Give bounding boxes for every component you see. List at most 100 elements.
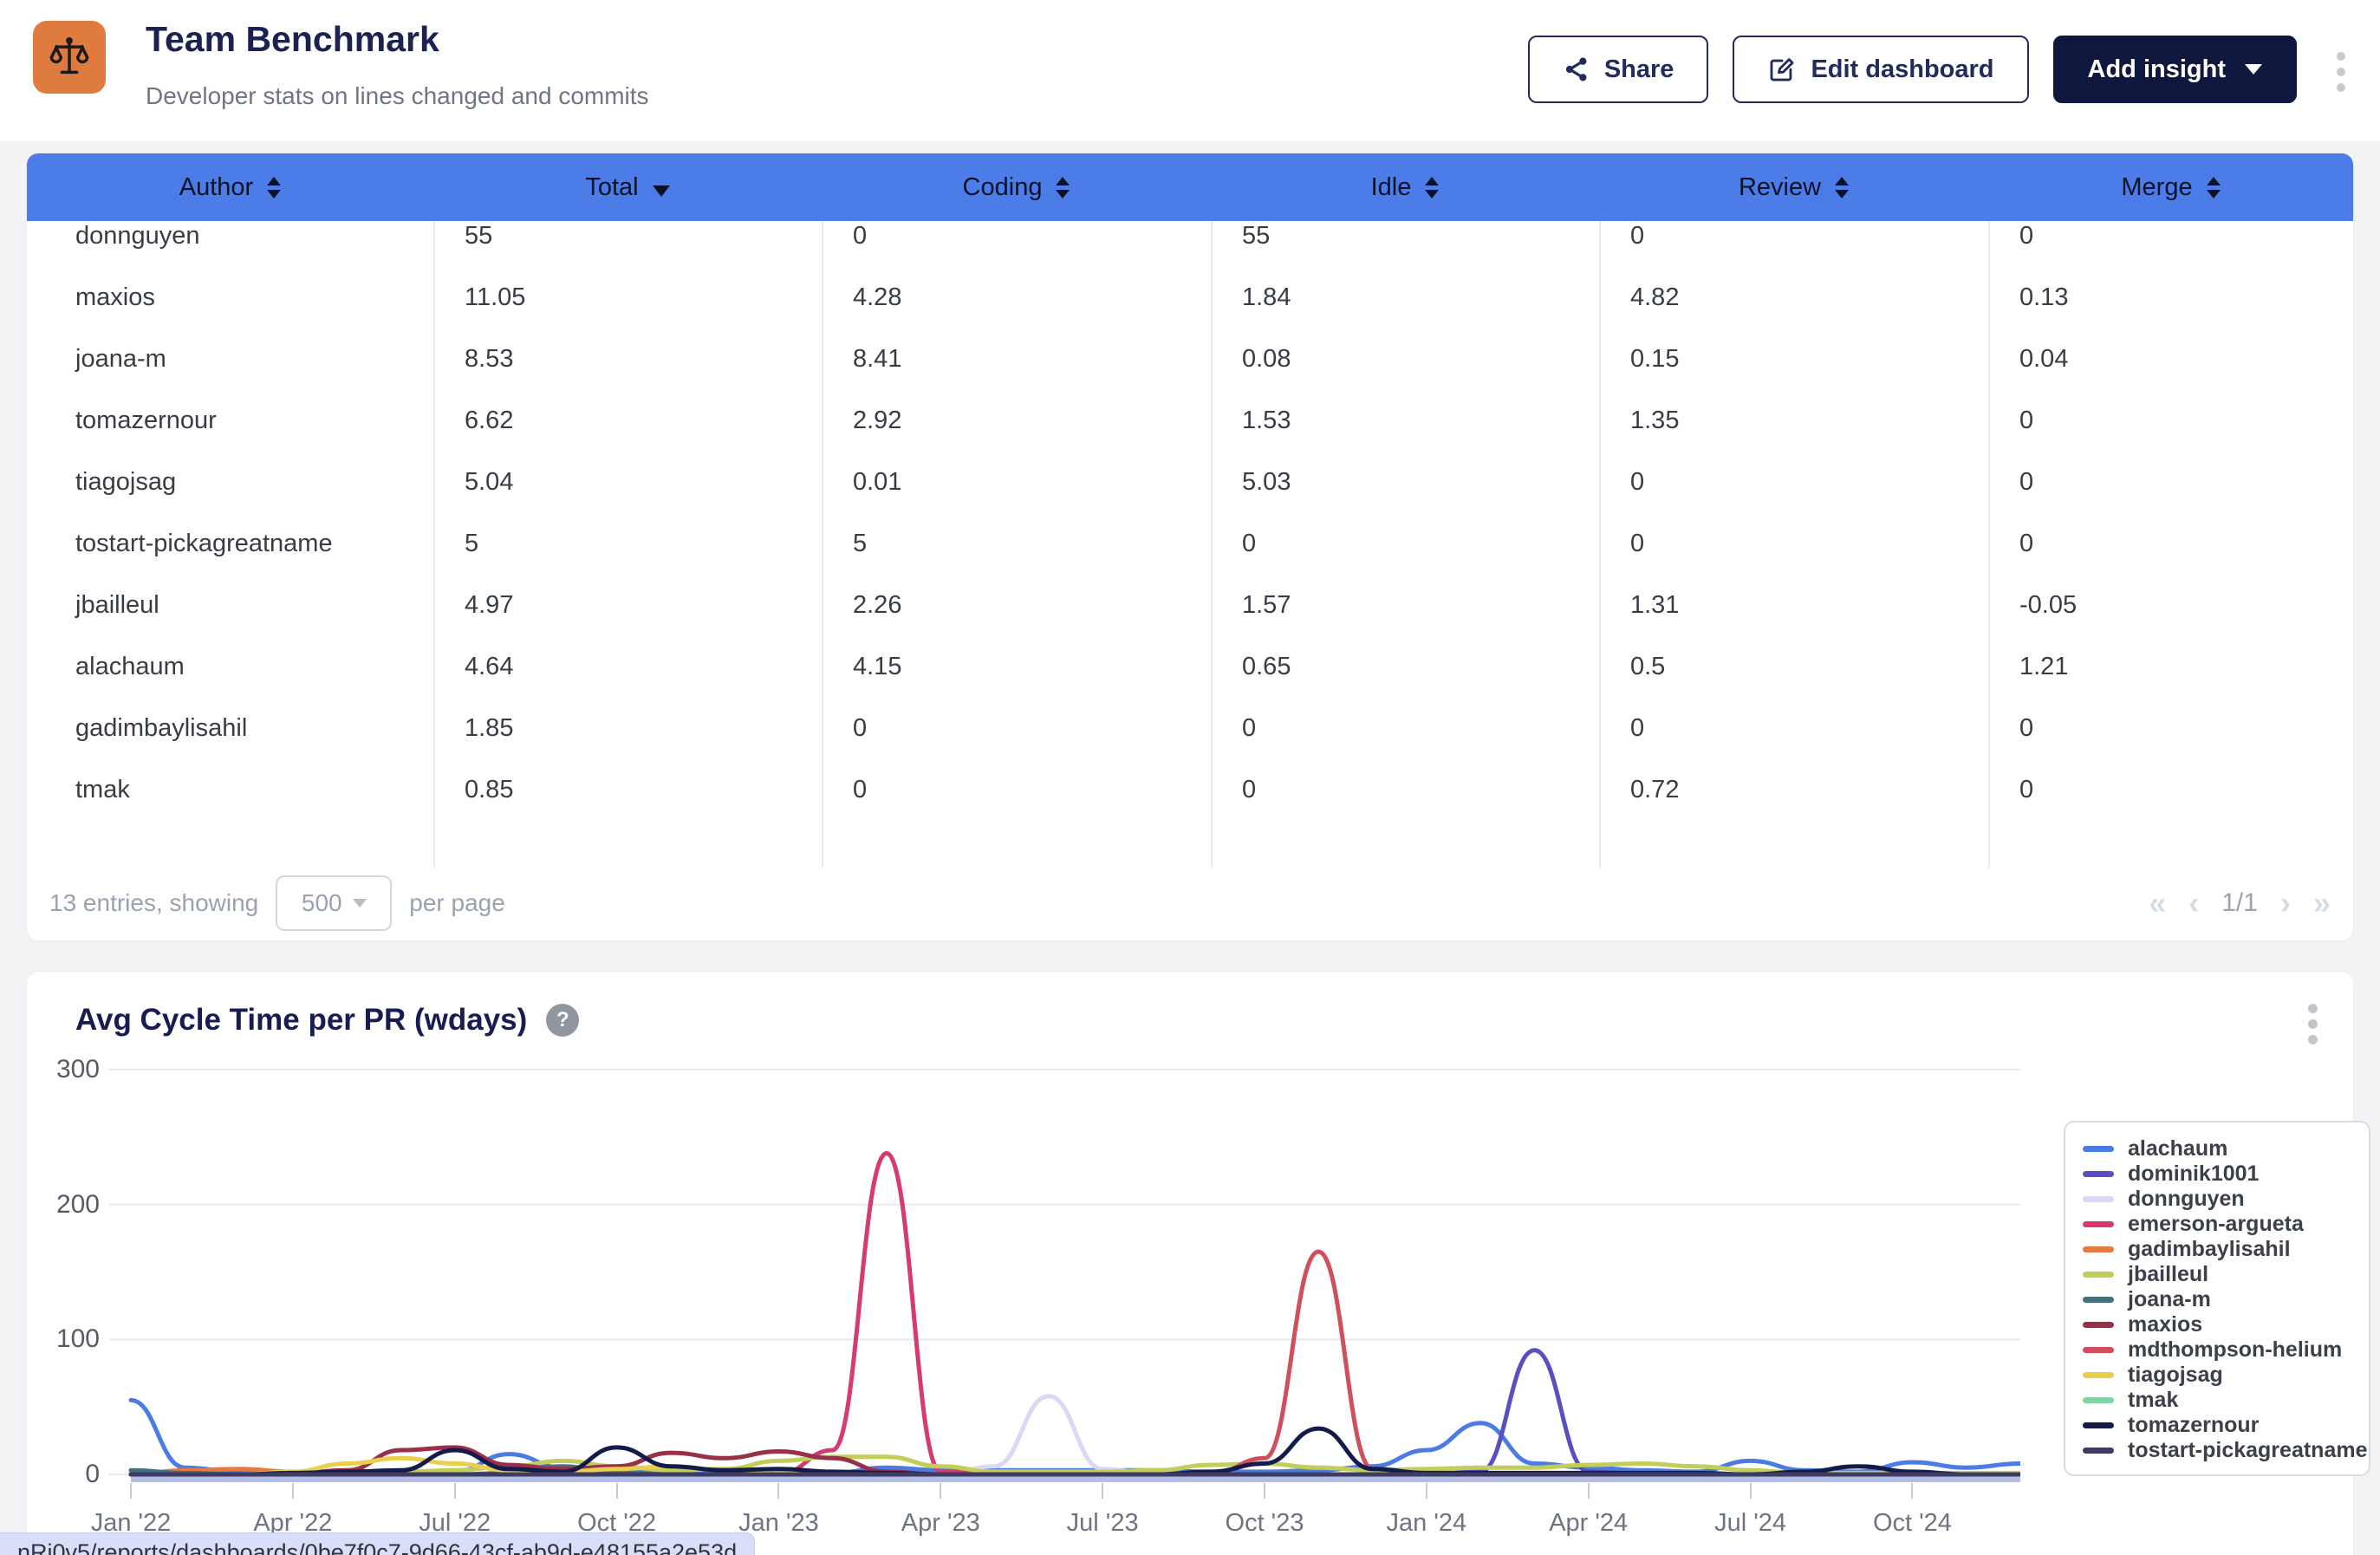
share-button-label: Share	[1604, 55, 1674, 84]
idle-cell: 55	[1211, 221, 1599, 267]
page-subtitle: Developer stats on lines changed and com…	[146, 82, 649, 110]
legend-item[interactable]: jbailleul	[2083, 1262, 2369, 1287]
edit-dashboard-button[interactable]: Edit dashboard	[1733, 36, 2028, 103]
legend-item[interactable]: joana-m	[2083, 1287, 2369, 1312]
line-chart-plot	[105, 1050, 2020, 1493]
column-header-author[interactable]: Author	[27, 153, 433, 221]
table-body: donnguyen5505500maxios11.054.281.844.820…	[27, 221, 2353, 868]
table-rows: donnguyen5505500maxios11.054.281.844.820…	[27, 221, 2353, 868]
idle-cell: 0	[1211, 513, 1599, 575]
column-header-review[interactable]: Review	[1599, 153, 1988, 221]
last-page-button[interactable]: »	[2313, 885, 2331, 921]
total-cell: 0.85	[433, 759, 822, 821]
legend-item[interactable]: tomazernour	[2083, 1413, 2369, 1438]
coding-cell: 0.01	[822, 452, 1211, 513]
author-cell: tomazernour	[27, 390, 433, 452]
legend-item[interactable]: alachaum	[2083, 1136, 2369, 1161]
chart-kebab-icon[interactable]	[2301, 998, 2324, 1050]
x-tick	[1750, 1483, 1752, 1499]
table-row: tostart-pickagreatname55000	[27, 513, 2353, 575]
review-cell: 0	[1599, 698, 1988, 759]
legend-label: mdthompson-helium	[2128, 1337, 2342, 1363]
x-tick	[1102, 1483, 1103, 1499]
idle-cell: 1.84	[1211, 267, 1599, 329]
column-header-merge[interactable]: Merge	[1988, 153, 2353, 221]
merge-cell: 0	[1988, 698, 2353, 759]
merge-cell: 0	[1988, 513, 2353, 575]
legend-label: tomazernour	[2128, 1413, 2259, 1438]
author-cell: tiagojsag	[27, 452, 433, 513]
sort-both-icon	[1425, 177, 1439, 198]
legend-label: maxios	[2128, 1312, 2202, 1337]
next-page-button[interactable]: ›	[2280, 885, 2291, 921]
cycle-time-chart-card: Avg Cycle Time per PR (wdays) ? 01002003…	[26, 971, 2354, 1555]
legend-swatch	[2083, 1448, 2114, 1454]
y-tick-label: 200	[39, 1190, 100, 1220]
share-button[interactable]: Share	[1528, 36, 1709, 103]
column-label: Review	[1739, 173, 1821, 202]
column-header-total[interactable]: Total	[433, 153, 822, 221]
column-label: Merge	[2121, 173, 2192, 202]
sort-both-icon	[2207, 177, 2221, 198]
coding-cell: 8.41	[822, 329, 1211, 390]
table-row: alachaum4.644.150.650.51.21	[27, 636, 2353, 698]
page-indicator: 1/1	[2221, 888, 2258, 918]
legend-swatch	[2083, 1397, 2114, 1403]
column-label: Total	[585, 173, 638, 202]
idle-cell: 0.08	[1211, 329, 1599, 390]
coding-cell: 0	[822, 698, 1211, 759]
x-tick	[777, 1483, 779, 1499]
legend-item[interactable]: tmak	[2083, 1388, 2369, 1413]
legend-item[interactable]: gadimbaylisahil	[2083, 1237, 2369, 1262]
legend-item[interactable]: emerson-argueta	[2083, 1212, 2369, 1237]
app-header: Team Benchmark Developer stats on lines …	[0, 0, 2380, 141]
author-cell: maxios	[27, 267, 433, 329]
review-cell: 1.31	[1599, 575, 1988, 636]
table-row-filler	[27, 821, 2353, 868]
legend-item[interactable]: tostart-pickagreatname	[2083, 1438, 2369, 1463]
add-insight-button[interactable]: Add insight	[2053, 36, 2297, 103]
x-tick-label: Oct '24	[1838, 1509, 1986, 1538]
help-icon[interactable]: ?	[546, 1004, 579, 1037]
chart-legend: alachaumdominik1001donnguyenemerson-argu…	[2064, 1121, 2370, 1476]
legend-item[interactable]: tiagojsag	[2083, 1363, 2369, 1388]
sort-both-icon	[267, 177, 281, 198]
x-tick	[1264, 1483, 1265, 1499]
total-cell: 6.62	[433, 390, 822, 452]
x-tick	[940, 1483, 941, 1499]
x-tick-label: Jan '24	[1353, 1509, 1500, 1538]
review-cell: 0	[1599, 513, 1988, 575]
legend-swatch	[2083, 1322, 2114, 1328]
legend-item[interactable]: dominik1001	[2083, 1161, 2369, 1187]
first-page-button[interactable]: «	[2149, 885, 2166, 921]
total-cell: 4.97	[433, 575, 822, 636]
header-kebab-icon[interactable]	[2328, 43, 2354, 101]
y-tick-label: 0	[39, 1460, 100, 1489]
legend-item[interactable]: donnguyen	[2083, 1187, 2369, 1212]
legend-item[interactable]: maxios	[2083, 1312, 2369, 1337]
column-header-idle[interactable]: Idle	[1211, 153, 1599, 221]
coding-cell: 2.92	[822, 390, 1211, 452]
merge-cell: 0	[1988, 390, 2353, 452]
table-row: donnguyen5505500	[27, 221, 2353, 267]
coding-cell: 5	[822, 513, 1211, 575]
sort-both-icon	[1835, 177, 1849, 198]
legend-swatch	[2083, 1347, 2114, 1353]
x-tick-label: Jul '23	[1029, 1509, 1176, 1538]
table-row: jbailleul4.972.261.571.31-0.05	[27, 575, 2353, 636]
legend-item[interactable]: mdthompson-helium	[2083, 1337, 2369, 1363]
stats-table-card: Author Total CodingIdle Review Merge donnguy…	[26, 153, 2354, 941]
merge-cell: 0	[1988, 452, 2353, 513]
merge-cell: 0	[1988, 759, 2353, 821]
column-header-coding[interactable]: Coding	[822, 153, 1211, 221]
review-cell: 0	[1599, 452, 1988, 513]
legend-label: joana-m	[2128, 1287, 2211, 1312]
legend-label: emerson-argueta	[2128, 1212, 2304, 1237]
page-size-select[interactable]: 500	[276, 875, 392, 931]
review-cell: 4.82	[1599, 267, 1988, 329]
caret-down-icon	[2245, 64, 2262, 75]
prev-page-button[interactable]: ‹	[2188, 885, 2199, 921]
x-tick	[454, 1483, 456, 1499]
legend-swatch	[2083, 1221, 2114, 1227]
legend-label: tostart-pickagreatname	[2128, 1438, 2367, 1463]
